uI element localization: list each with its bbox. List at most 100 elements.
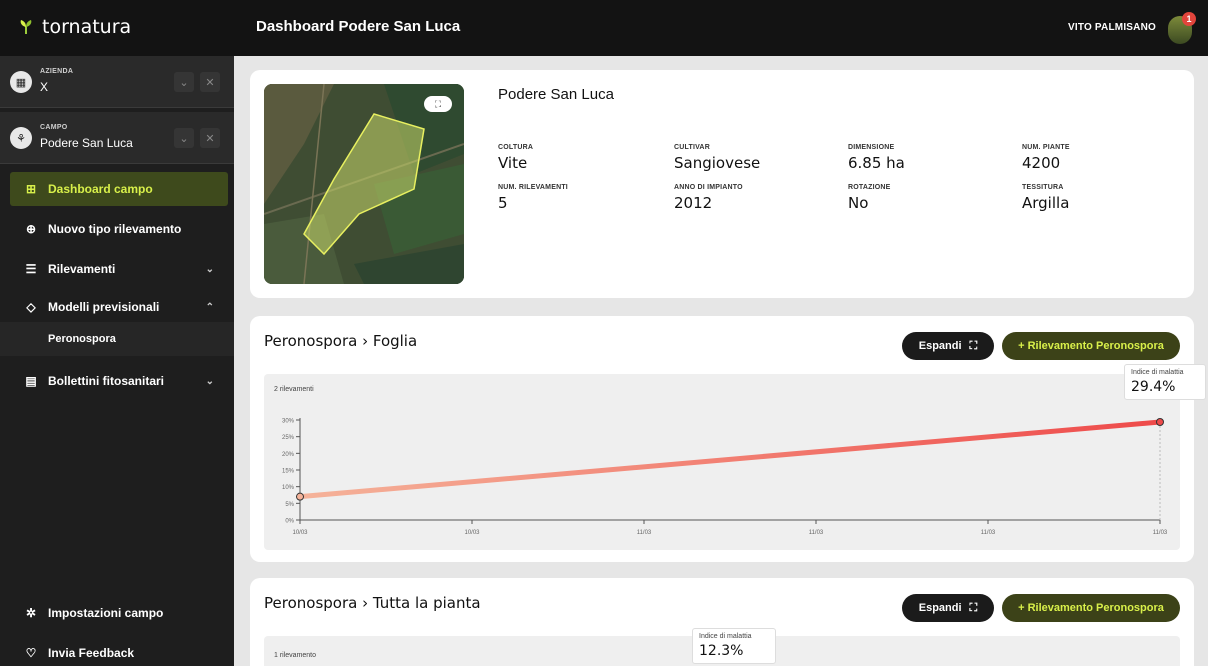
sidebar-item-label: Invia Feedback xyxy=(48,646,135,660)
campo-value: Podere San Luca xyxy=(40,136,133,150)
top-bar: tornatura Dashboard Podere San Luca VITO… xyxy=(0,0,1208,56)
leaf-logo-icon xyxy=(20,20,32,34)
num-piante-value: 4200 xyxy=(1022,154,1061,172)
y-tick-label: 10% xyxy=(282,485,295,491)
y-tick-label: 30% xyxy=(282,419,295,425)
x-tick-label: 11/03 xyxy=(1153,530,1168,536)
peronospora-foglia-card: Peronospora › Foglia Espandi ⛶ + Rilevam… xyxy=(250,316,1206,562)
tooltip-label: Indice di malattia xyxy=(1131,369,1184,376)
campo-label: CAMPO xyxy=(40,124,68,131)
num-piante-label: NUM. PIANTE xyxy=(1022,144,1070,151)
campo-selector[interactable]: ⚘ CAMPO Podere San Luca ⌄ ✕ xyxy=(0,112,234,164)
cultivar-value: Sangiovese xyxy=(674,154,761,172)
expand-label: Espandi xyxy=(918,602,962,614)
page-title: Dashboard Podere San Luca xyxy=(256,18,461,35)
plus-circle-icon: ⊕ xyxy=(25,222,37,236)
field-map[interactable]: ⛶ xyxy=(264,84,464,284)
sidebar: ▦ AZIENDA X ⌄ ✕ ⚘ CAMPO Podere San Luca … xyxy=(0,56,234,666)
close-icon[interactable]: ✕ xyxy=(200,72,220,92)
sidebar-item-nuovo-tipo[interactable]: ⊕ Nuovo tipo rilevamento xyxy=(10,212,228,246)
chevron-down-icon: ⌄ xyxy=(205,375,214,387)
user-name[interactable]: VITO PALMISANO xyxy=(1068,22,1156,33)
chevron-up-icon: ⌃ xyxy=(205,301,214,313)
rotazione-label: ROTAZIONE xyxy=(848,184,891,191)
azienda-value: X xyxy=(40,80,49,94)
dimensione-value: 6.85 ha xyxy=(848,154,905,172)
data-point xyxy=(296,492,304,501)
building-icon: ▦ xyxy=(10,71,32,93)
sidebar-item-label: Modelli previsionali xyxy=(48,300,160,314)
sidebar-item-bollettini[interactable]: ▤ Bollettini fitosanitari ⌄ xyxy=(10,364,228,398)
sidebar-item-label: Nuovo tipo rilevamento xyxy=(48,222,182,236)
chat-icon: ♡ xyxy=(25,646,37,660)
field-icon: ⚘ xyxy=(10,127,32,149)
sidebar-item-label: Bollettini fitosanitari xyxy=(48,374,165,388)
sidebar-item-impostazioni[interactable]: ✲ Impostazioni campo xyxy=(10,596,228,630)
coltura-value: Vite xyxy=(498,154,528,172)
fullscreen-icon: ⛶ xyxy=(969,601,978,614)
brand-name: tornatura xyxy=(42,16,132,38)
x-tick-label: 11/03 xyxy=(637,530,652,536)
tooltip-value: 29.4% xyxy=(1131,379,1176,395)
chevron-down-icon[interactable]: ⌄ xyxy=(174,128,194,148)
sidebar-subitem-peronospora[interactable]: Peronospora xyxy=(0,322,234,356)
tooltip-label: Indice di malattia xyxy=(699,633,752,640)
document-icon: ▤ xyxy=(25,374,37,388)
rotazione-value: No xyxy=(848,194,869,212)
fullscreen-icon[interactable]: ⛶ xyxy=(424,96,452,112)
x-tick-label: 10/03 xyxy=(292,530,308,536)
data-point xyxy=(1156,418,1164,426)
sidebar-item-rilevamenti[interactable]: ☰ Rilevamenti ⌄ xyxy=(10,252,228,286)
chevron-down-icon[interactable]: ⌄ xyxy=(174,72,194,92)
sidebar-item-label: Dashboard campo xyxy=(48,182,153,196)
chart-area: 2 rilevamenti 0% 5% 10% 15% 20% 25% 30% 10/03 10… xyxy=(264,374,1180,550)
field-info-card: ⛶ Podere San Luca COLTURA Vite CULTIVAR … xyxy=(250,70,1194,298)
disease-index-tooltip: Indice di malattia 29.4% xyxy=(1124,364,1206,400)
sidebar-item-label: Rilevamenti xyxy=(48,262,116,276)
satellite-image xyxy=(264,84,464,284)
cultivar-label: CULTIVAR xyxy=(674,144,710,151)
add-rilevamento-button[interactable]: + Rilevamento Peronospora xyxy=(1002,332,1180,360)
sidebar-item-label: Impostazioni campo xyxy=(48,606,164,620)
main-content: ⛶ Podere San Luca COLTURA Vite CULTIVAR … xyxy=(234,56,1208,666)
y-tick-label: 0% xyxy=(285,519,294,525)
x-tick-label: 10/03 xyxy=(464,530,480,536)
field-name: Podere San Luca xyxy=(498,86,614,103)
y-tick-label: 20% xyxy=(282,452,295,458)
expand-button[interactable]: Espandi ⛶ xyxy=(902,594,994,622)
anno-impianto-label: ANNO DI IMPIANTO xyxy=(674,184,743,191)
coltura-label: COLTURA xyxy=(498,144,534,151)
dimensione-label: DIMENSIONE xyxy=(848,144,895,151)
add-rilevamento-button[interactable]: + Rilevamento Peronospora xyxy=(1002,594,1180,622)
chevron-down-icon: ⌄ xyxy=(205,263,214,275)
rilevamenti-count: 1 rilevamento xyxy=(274,652,317,659)
app-root: tornatura Dashboard Podere San Luca VITO… xyxy=(0,0,1208,666)
peronospora-pianta-card: Peronospora › Tutta la pianta Espandi ⛶ … xyxy=(250,578,1194,666)
tooltip-value: 12.3% xyxy=(699,643,744,659)
sidebar-item-feedback[interactable]: ♡ Invia Feedback xyxy=(10,636,228,666)
series-line xyxy=(297,419,1163,500)
line-chart: 0% 5% 10% 15% 20% 25% 30% 10/03 10/03 11/03 11/03 1… xyxy=(282,418,1168,536)
x-tick-label: 11/03 xyxy=(981,530,996,536)
section-title: Peronospora › Foglia xyxy=(264,332,418,350)
anno-impianto-value: 2012 xyxy=(674,194,713,212)
brand-logo[interactable]: tornatura xyxy=(18,16,131,38)
close-icon[interactable]: ✕ xyxy=(200,128,220,148)
azienda-selector[interactable]: ▦ AZIENDA X ⌄ ✕ xyxy=(0,56,234,108)
list-icon: ☰ xyxy=(25,262,37,276)
notification-badge: 1 xyxy=(1182,12,1196,26)
y-tick-label: 15% xyxy=(282,469,295,475)
fullscreen-icon: ⛶ xyxy=(969,339,978,352)
disease-index-tooltip: Indice di malattia 12.3% xyxy=(692,628,776,664)
expand-button[interactable]: Espandi ⛶ xyxy=(902,332,994,360)
tessitura-label: TESSITURA xyxy=(1022,184,1064,191)
sidebar-item-dashboard[interactable]: ⊞ Dashboard campo xyxy=(10,172,228,206)
diamond-icon: ◇ xyxy=(26,300,36,314)
y-tick-label: 25% xyxy=(282,435,295,441)
tessitura-value: Argilla xyxy=(1022,194,1070,212)
sidebar-item-modelli[interactable]: ◇ Modelli previsionali ⌃ xyxy=(10,290,228,324)
num-rilevamenti-value: 5 xyxy=(498,194,508,212)
expand-label: Espandi xyxy=(918,340,962,352)
num-rilevamenti-label: NUM. RILEVAMENTI xyxy=(498,184,568,191)
x-tick-label: 11/03 xyxy=(809,530,824,536)
